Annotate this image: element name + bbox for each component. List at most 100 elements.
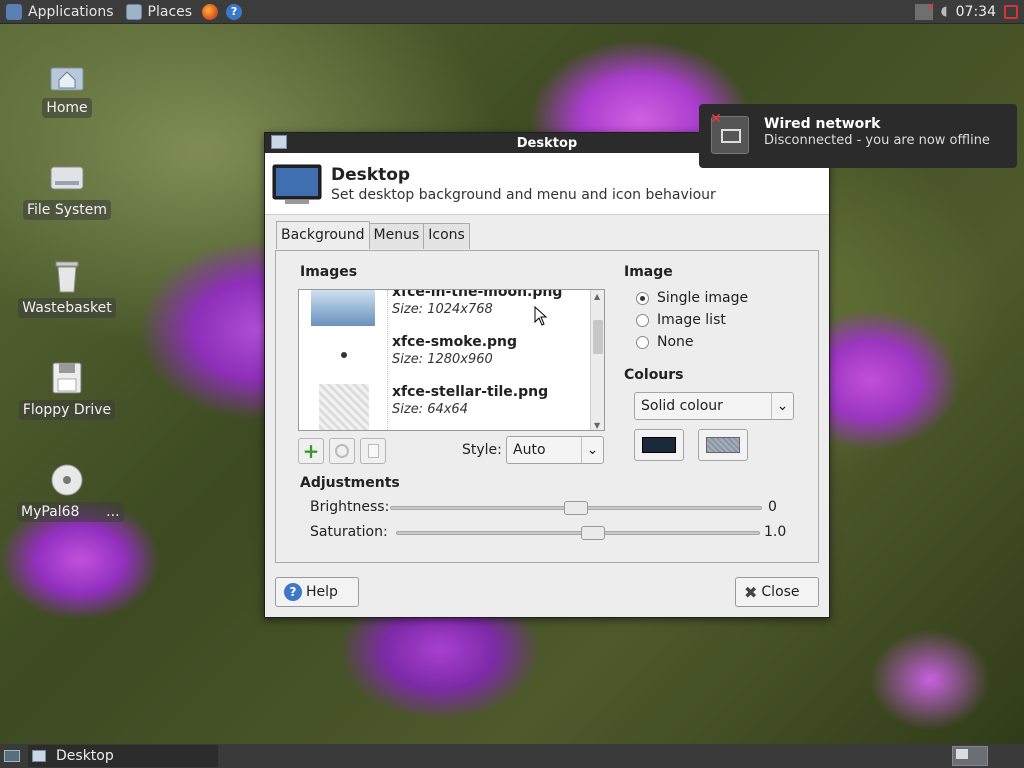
taskbar-button-desktop[interactable]: Desktop [28, 745, 218, 767]
radio-button[interactable] [636, 313, 649, 327]
desktop-window-icon [32, 750, 46, 762]
mouse-cursor-icon [534, 306, 548, 326]
desktop-settings-dialog: Desktop Desktop Set desktop background a… [264, 132, 830, 618]
help-icon: ? [226, 3, 243, 20]
desktop-icon-floppy[interactable]: Floppy Drive [17, 360, 117, 420]
desktop-icon-wastebasket[interactable]: Wastebasket [17, 258, 117, 318]
header-subtitle: Set desktop background and menu and icon… [331, 186, 716, 203]
desktop-icon-label: Floppy Drive [18, 400, 116, 420]
saturation-label: Saturation: [310, 524, 388, 540]
network-notification[interactable]: ✕ Wired network Disconnected - you are n… [699, 104, 1017, 168]
image-size: Size: 1280x960 [392, 352, 493, 367]
primary-colour-swatch [642, 437, 676, 453]
help-button-label: Help [306, 584, 338, 600]
help-launcher[interactable]: ? [222, 0, 246, 24]
workspace-switcher[interactable] [952, 746, 988, 766]
image-list[interactable]: xfce-in-the-moon.png Size: 1024x768 xfce… [298, 289, 605, 431]
brightness-label: Brightness: [310, 499, 390, 515]
places-menu[interactable]: Places [120, 0, 199, 24]
chevron-down-icon: ⌄ [581, 437, 603, 463]
scroll-down-icon[interactable]: ▼ [594, 421, 600, 430]
saturation-slider-knob[interactable] [581, 526, 605, 540]
colour-mode-select[interactable]: Solid colour ⌄ [634, 392, 794, 420]
adjustments-section-title: Adjustments [300, 475, 400, 491]
scroll-up-icon[interactable]: ▲ [594, 292, 600, 301]
applications-label: Applications [28, 3, 114, 20]
top-panel: Applications Places ? ✕ ◖ 07:34 [0, 0, 1024, 24]
desktop-icon-label: File System [22, 200, 112, 220]
image-section-title: Image [624, 264, 673, 280]
trash-icon [49, 258, 85, 294]
image-name: xfce-stellar-tile.png [392, 384, 549, 400]
brightness-slider-knob[interactable] [564, 501, 588, 515]
new-list-button[interactable] [360, 438, 386, 464]
firefox-icon [202, 3, 219, 20]
radio-button[interactable] [636, 291, 649, 305]
chevron-down-icon: ⌄ [771, 393, 793, 419]
taskbar-label: Desktop [56, 748, 114, 764]
image-name: xfce-in-the-moon.png [392, 289, 563, 300]
style-label: Style: [462, 442, 502, 458]
secondary-colour-button[interactable] [698, 429, 748, 461]
style-select[interactable]: Auto ⌄ [506, 436, 604, 464]
add-image-button[interactable]: + [298, 438, 324, 464]
image-size: Size: 64x64 [392, 402, 468, 417]
volume-muted-icon[interactable]: ◖ [941, 4, 948, 19]
tab-bar: Background Menus Icons [276, 221, 470, 249]
colours-section-title: Colours [624, 367, 684, 383]
home-folder-icon [49, 58, 85, 94]
list-item[interactable]: xfce-stellar-tile.png Size: 64x64 [299, 384, 591, 430]
close-button-label: Close [761, 584, 800, 600]
window-menu-icon[interactable] [271, 135, 287, 149]
secondary-colour-swatch [706, 437, 740, 453]
desktop-icon-home[interactable]: Home [17, 58, 117, 118]
notification-title: Wired network [764, 116, 881, 132]
tab-menus[interactable]: Menus [368, 223, 425, 249]
brightness-value: 0 [768, 499, 777, 515]
radio-label: None [657, 334, 694, 350]
tab-icons[interactable]: Icons [423, 223, 470, 249]
desktop-icon-label: Wastebasket [18, 298, 116, 318]
list-scrollbar[interactable]: ▲ ▼ [590, 290, 604, 430]
radio-button[interactable] [636, 335, 649, 349]
desktop-icon-label: Home [42, 98, 92, 118]
image-thumbnail [319, 384, 369, 430]
show-desktop-icon[interactable] [4, 750, 20, 762]
help-button[interactable]: ? Help [275, 577, 359, 607]
network-offline-icon[interactable]: ✕ [914, 2, 935, 20]
radio-label: Image list [657, 312, 726, 328]
image-size: Size: 1024x768 [392, 302, 493, 317]
logout-icon[interactable] [1004, 4, 1018, 19]
monitor-icon [271, 161, 323, 207]
radio-image-list[interactable]: Image list [636, 312, 726, 328]
saturation-value: 1.0 [764, 524, 787, 540]
remove-icon [335, 444, 349, 458]
list-item[interactable]: xfce-smoke.png Size: 1280x960 [299, 334, 591, 384]
document-icon [367, 444, 379, 458]
image-name: xfce-smoke.png [392, 334, 518, 350]
tab-background[interactable]: Background [276, 221, 370, 249]
primary-colour-button[interactable] [634, 429, 684, 461]
plus-icon: + [302, 439, 320, 463]
clock[interactable]: 07:34 [956, 4, 996, 20]
radio-none[interactable]: None [636, 334, 694, 350]
bottom-panel: Desktop [0, 744, 1024, 768]
radio-single-image[interactable]: Single image [636, 290, 748, 306]
firefox-launcher[interactable] [198, 0, 222, 24]
colour-mode-value: Solid colour [641, 398, 723, 414]
cdrom-icon [49, 462, 85, 498]
saturation-slider[interactable] [396, 531, 760, 535]
desktop-icon-label: MyPal68 ... [17, 502, 124, 522]
wired-network-offline-icon: ✕ [710, 111, 749, 154]
places-label: Places [147, 3, 193, 20]
scrollbar-thumb[interactable] [593, 320, 603, 354]
close-icon: ✖ [744, 582, 758, 602]
desktop-icon-filesystem[interactable]: File System [17, 160, 117, 220]
header-title: Desktop [331, 164, 411, 185]
folder-icon [125, 3, 142, 20]
close-button[interactable]: ✖ Close [735, 577, 819, 607]
remove-image-button[interactable] [329, 438, 355, 464]
applications-menu[interactable]: Applications [0, 0, 120, 24]
notification-body: Disconnected - you are now offline [764, 133, 990, 148]
desktop-icon-mypal68[interactable]: MyPal68 ... [17, 462, 124, 522]
